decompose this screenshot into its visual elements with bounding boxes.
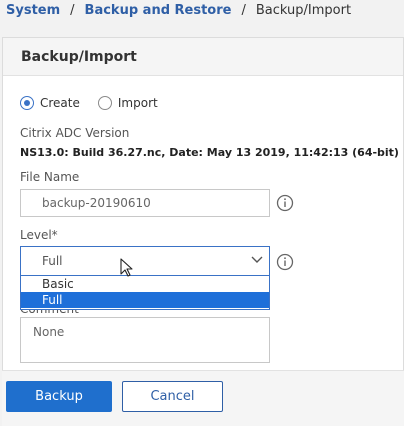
level-selected-value: Full bbox=[42, 254, 63, 268]
chevron-down-icon bbox=[251, 256, 263, 263]
radio-import[interactable]: Import bbox=[97, 96, 158, 110]
cancel-button[interactable]: Cancel bbox=[122, 381, 223, 412]
version-label: Citrix ADC Version bbox=[20, 126, 130, 140]
dropdown-option-basic[interactable]: Basic bbox=[21, 276, 269, 292]
radio-create[interactable]: Create bbox=[20, 96, 80, 110]
breadcrumb-separator: / bbox=[70, 3, 75, 18]
radio-create-label: Create bbox=[40, 96, 80, 110]
level-label: Level* bbox=[20, 228, 58, 242]
breadcrumb-current: Backup/Import bbox=[255, 3, 352, 18]
dropdown-option-full[interactable]: Full bbox=[21, 292, 269, 308]
radio-checked-icon[interactable] bbox=[20, 96, 34, 110]
radio-unchecked-icon[interactable] bbox=[97, 96, 112, 110]
info-icon[interactable] bbox=[276, 253, 294, 271]
comment-field[interactable]: None bbox=[20, 317, 270, 363]
file-name-field[interactable]: backup-20190610 bbox=[20, 189, 270, 217]
mouse-pointer-icon bbox=[120, 258, 133, 277]
backup-button[interactable]: Backup bbox=[6, 381, 112, 412]
panel-header: Backup/Import bbox=[3, 38, 403, 76]
breadcrumb-separator: / bbox=[241, 3, 246, 18]
breadcrumb: System / Backup and Restore / Backup/Import bbox=[6, 3, 351, 18]
breadcrumb-system[interactable]: System bbox=[6, 3, 60, 18]
level-dropdown-list: Basic Full bbox=[20, 276, 270, 310]
radio-import-label: Import bbox=[117, 96, 158, 110]
file-name-label: File Name bbox=[20, 170, 80, 184]
panel-title: Backup/Import bbox=[21, 49, 137, 65]
mode-radio-group: Create Import bbox=[20, 96, 176, 110]
version-value: NS13.0: Build 36.27.nc, Date: May 13 201… bbox=[20, 146, 399, 159]
level-select[interactable]: Full bbox=[20, 246, 270, 276]
breadcrumb-backup-and-restore[interactable]: Backup and Restore bbox=[85, 3, 232, 18]
info-icon[interactable] bbox=[276, 194, 294, 212]
